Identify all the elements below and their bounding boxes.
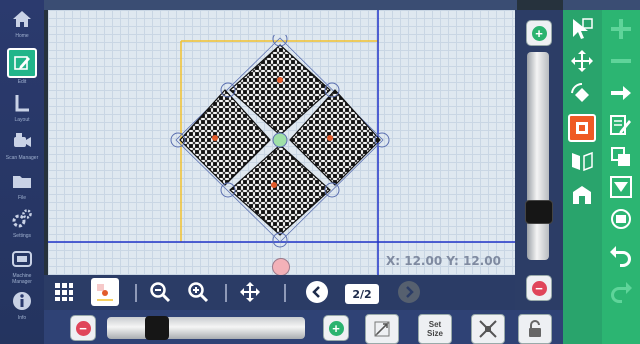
redo-button[interactable] — [605, 276, 637, 306]
plus-icon: + — [531, 25, 547, 41]
machine-icon — [9, 246, 35, 272]
vertical-slider-thumb[interactable] — [525, 200, 553, 224]
info-icon — [9, 288, 35, 314]
select-tool-button[interactable] — [566, 14, 598, 44]
lock-icon — [529, 320, 541, 337]
set-size-label: Set Size — [426, 320, 443, 338]
toolbar-divider — [284, 284, 286, 302]
sidebar-item-edit[interactable]: Edit — [4, 48, 40, 88]
undo-button[interactable] — [605, 240, 637, 270]
zoom-out-tool-button[interactable] — [148, 280, 172, 304]
sidebar-item-label: File — [17, 195, 27, 201]
page-indicator: 2/2 — [345, 284, 379, 304]
mirror-tool-button[interactable] — [566, 146, 598, 176]
rotate-icon — [571, 82, 589, 102]
right-top-strip — [563, 0, 640, 10]
size-decrease-button[interactable]: − — [70, 315, 96, 341]
lock-ratio-button[interactable] — [518, 314, 552, 344]
arrow-right-icon — [611, 86, 631, 100]
edit-icon — [7, 48, 37, 78]
group-button[interactable] — [605, 204, 637, 234]
set-size-button[interactable]: Set Size — [418, 314, 452, 344]
zoom-in-tool-button[interactable] — [186, 280, 210, 304]
sidebar-item-home[interactable]: Home — [4, 6, 40, 46]
mirror-icon — [572, 151, 593, 172]
zoom-out-icon — [150, 282, 171, 303]
sidebar-item-label: Info — [17, 315, 27, 321]
rotate-handle[interactable] — [272, 258, 290, 276]
minus-icon: − — [75, 320, 91, 336]
folder-icon — [9, 168, 35, 194]
reset-size-icon — [374, 321, 390, 337]
undo-icon — [610, 246, 631, 267]
plus-icon: + — [328, 320, 344, 336]
mat-icon — [97, 284, 113, 301]
move-tool-button[interactable] — [566, 46, 598, 76]
grid-icon — [55, 283, 73, 301]
next-page-button[interactable] — [398, 281, 420, 303]
weld-icon — [573, 186, 591, 204]
fit-icon — [479, 320, 497, 338]
size-slider-track[interactable] — [107, 317, 305, 339]
sidebar-item-label: Settings — [12, 233, 32, 239]
edit-text-button[interactable] — [605, 110, 637, 140]
pan-icon — [240, 282, 260, 302]
layout-icon — [9, 90, 35, 116]
toolbar-divider — [135, 284, 137, 302]
sidebar-item-file[interactable]: File — [4, 168, 40, 208]
weld-tool-button[interactable] — [566, 180, 598, 210]
redo-icon — [611, 282, 632, 303]
plus-icon — [611, 19, 631, 39]
previous-page-button[interactable] — [306, 281, 328, 303]
next-arrow-button[interactable] — [605, 78, 637, 108]
sidebar-item-label: Machine Manager — [12, 273, 32, 285]
sidebar-item-label: Layout — [14, 117, 30, 123]
sidebar-item-scan-manager[interactable]: Scan Manager — [4, 128, 40, 168]
move-icon — [571, 50, 593, 72]
size-increase-button[interactable]: + — [323, 315, 349, 341]
zoom-in-button[interactable]: + — [526, 20, 552, 46]
sidebar-item-label: Scan Manager — [5, 155, 39, 161]
sidebar-item-label: Edit — [17, 79, 27, 85]
resize-tool-button[interactable] — [568, 114, 596, 142]
copy-button[interactable] — [605, 142, 637, 172]
rotate-tool-button[interactable] — [566, 80, 598, 110]
minus-icon — [611, 59, 631, 63]
mat-preview-button[interactable] — [91, 278, 119, 306]
reset-size-button[interactable] — [365, 314, 399, 344]
sidebar-item-info[interactable]: Info — [4, 288, 40, 328]
design-object[interactable] — [170, 31, 390, 255]
coordinate-readout: X: 12.00 Y: 12.00 — [386, 254, 501, 268]
scanner-icon — [9, 128, 35, 154]
top-strip — [44, 0, 517, 10]
zoom-out-button[interactable]: − — [526, 275, 552, 301]
chevron-right-icon — [406, 286, 414, 298]
group-icon — [611, 209, 631, 229]
minus-icon: − — [531, 280, 547, 296]
remove-button[interactable] — [605, 46, 637, 76]
chevron-left-icon — [312, 286, 320, 298]
toolbar-divider — [225, 284, 227, 302]
resize-icon — [576, 122, 588, 134]
sidebar-item-label: Home — [15, 33, 29, 39]
sidebar-item-layout[interactable]: Layout — [4, 90, 40, 130]
flip-icon — [610, 176, 632, 198]
edit-text-icon — [610, 115, 631, 135]
home-icon — [9, 6, 35, 32]
sidebar-item-machine-manager[interactable]: Machine Manager — [4, 246, 40, 286]
pan-button[interactable] — [238, 280, 262, 304]
left-sidebar: Home Edit Layout Scan Manager File Setti… — [0, 0, 44, 344]
vertical-slider-track[interactable] — [527, 52, 549, 260]
sidebar-item-settings[interactable]: Settings — [4, 206, 40, 246]
copy-icon — [611, 147, 630, 166]
zoom-in-icon — [188, 282, 209, 303]
settings-icon — [9, 206, 35, 232]
select-icon — [573, 18, 593, 39]
grid-button[interactable] — [52, 280, 76, 304]
fit-to-mat-button[interactable] — [471, 314, 505, 344]
flip-button[interactable] — [605, 172, 637, 202]
size-slider-thumb[interactable] — [145, 316, 169, 340]
add-button[interactable] — [605, 14, 637, 44]
